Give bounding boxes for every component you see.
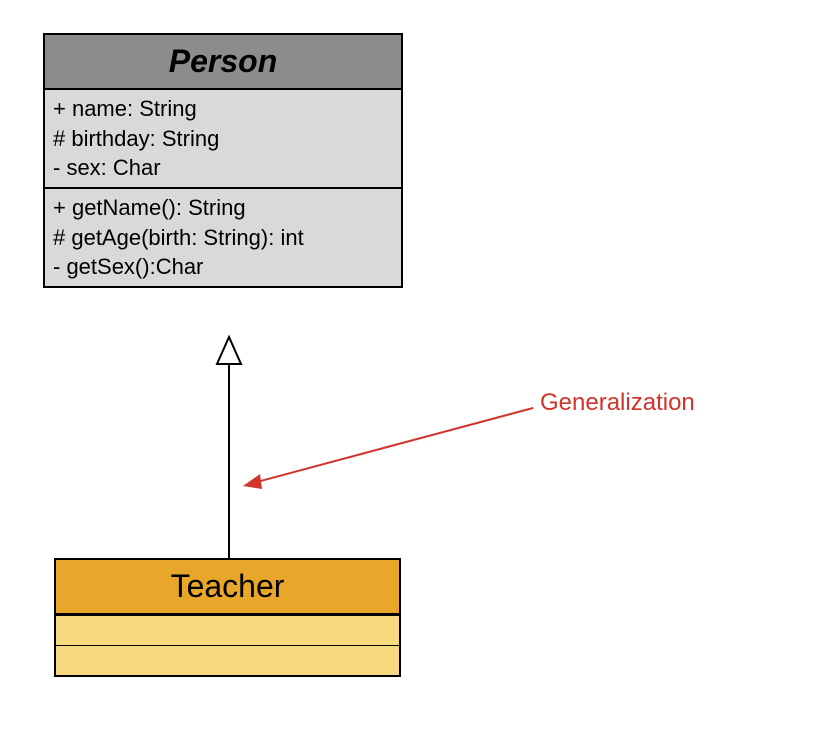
uml-class-teacher: Teacher — [54, 558, 401, 677]
operation-row: + getName(): String — [53, 193, 393, 223]
attribute-row: + name: String — [53, 94, 393, 124]
uml-class-person: Person + name: String # birthday: String… — [43, 33, 403, 288]
attribute-row: # birthday: String — [53, 124, 393, 154]
attributes-compartment: + name: String # birthday: String - sex:… — [45, 90, 401, 187]
operation-row: # getAge(birth: String): int — [53, 223, 393, 253]
annotation-arrow — [243, 408, 533, 489]
annotation-arrowhead — [243, 474, 262, 489]
operations-compartment-empty — [56, 645, 399, 675]
generalization-connector — [217, 337, 241, 558]
attributes-compartment-empty — [56, 615, 399, 645]
class-name-teacher: Teacher — [56, 560, 399, 615]
operation-row: - getSex():Char — [53, 252, 393, 282]
attribute-row: - sex: Char — [53, 153, 393, 183]
annotation-generalization: Generalization — [540, 389, 695, 417]
generalization-arrowhead — [217, 337, 241, 364]
class-name-person: Person — [45, 35, 401, 90]
operations-compartment: + getName(): String # getAge(birth: Stri… — [45, 187, 401, 286]
